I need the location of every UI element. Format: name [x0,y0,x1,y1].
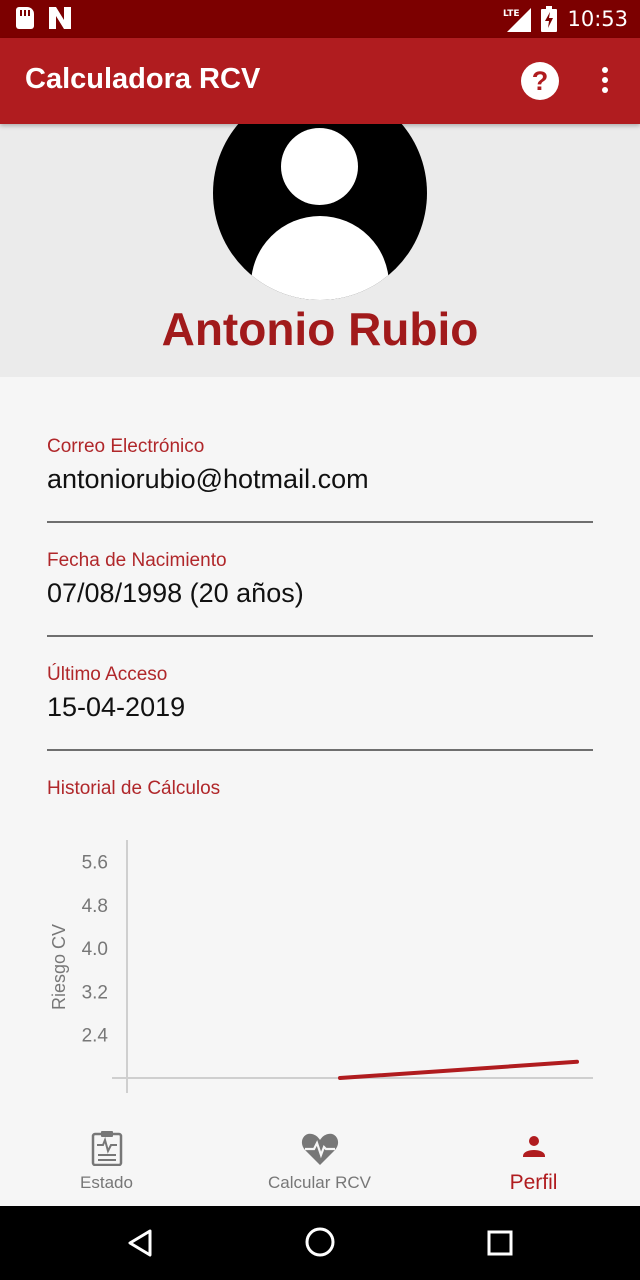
battery-charging-icon [541,6,558,32]
last-access-field: Último Acceso 15-04-2019 [47,664,593,751]
nav-perfil[interactable]: Perfil [427,1120,640,1206]
history-chart[interactable]: 5.6 4.8 4.0 3.2 2.4 Riesgo CV [40,830,600,1100]
profile-header: Antonio Rubio [0,124,640,377]
email-field: Correo Electrónico antoniorubio@hotmail.… [47,436,593,523]
clipboard-icon [91,1131,122,1166]
email-label: Correo Electrónico [47,436,205,457]
back-icon[interactable] [126,1228,154,1258]
question-circle-icon: ? [531,66,549,96]
y-tick-label: 3.2 [82,982,108,1003]
app-bar: Calculadora RCV ? [0,38,640,124]
nav-estado[interactable]: Estado [0,1120,213,1206]
app-title: Calculadora RCV [25,63,261,95]
lte-signal-icon: LTE [503,8,532,32]
nav-perfil-label: Perfil [509,1171,558,1194]
home-icon[interactable] [304,1226,336,1258]
y-tick-label: 4.0 [82,939,108,960]
user-avatar-icon [213,124,427,300]
status-bar: LTE 10:53 [0,0,640,38]
heartbeat-icon [301,1133,338,1165]
n-notification-icon [49,7,71,29]
history-label: Historial de Cálculos [47,778,221,799]
more-vert-icon[interactable] [590,64,620,98]
birthdate-value: 07/08/1998 (20 años) [47,578,304,608]
email-value: antoniorubio@hotmail.com [47,464,369,494]
help-button[interactable]: ? [521,62,559,100]
birthdate-label: Fecha de Nacimiento [47,550,227,571]
last-access-label: Último Acceso [47,664,168,685]
y-tick-label: 4.8 [82,896,108,917]
system-navigation-bar [0,1206,640,1280]
recents-icon[interactable] [487,1230,513,1256]
series-line [338,1059,579,1080]
y-tick-label: 5.6 [82,853,108,874]
profile-name: Antonio Rubio [161,303,479,355]
clock: 10:53 [567,7,628,31]
person-icon [522,1136,545,1157]
last-access-value: 15-04-2019 [47,692,186,722]
birthdate-field: Fecha de Nacimiento 07/08/1998 (20 años) [47,550,593,637]
nav-calcular-rcv-label: Calcular RCV [268,1173,371,1192]
nav-calcular-rcv[interactable]: Calcular RCV [213,1120,426,1206]
sd-card-icon [16,7,34,29]
bottom-navigation: Estado Calcular RCV Perfil [0,1120,640,1206]
y-tick-label: 2.4 [82,1026,109,1047]
y-axis-label: Riesgo CV [49,924,69,1010]
svg-text:LTE: LTE [503,9,520,19]
nav-estado-label: Estado [80,1173,133,1192]
